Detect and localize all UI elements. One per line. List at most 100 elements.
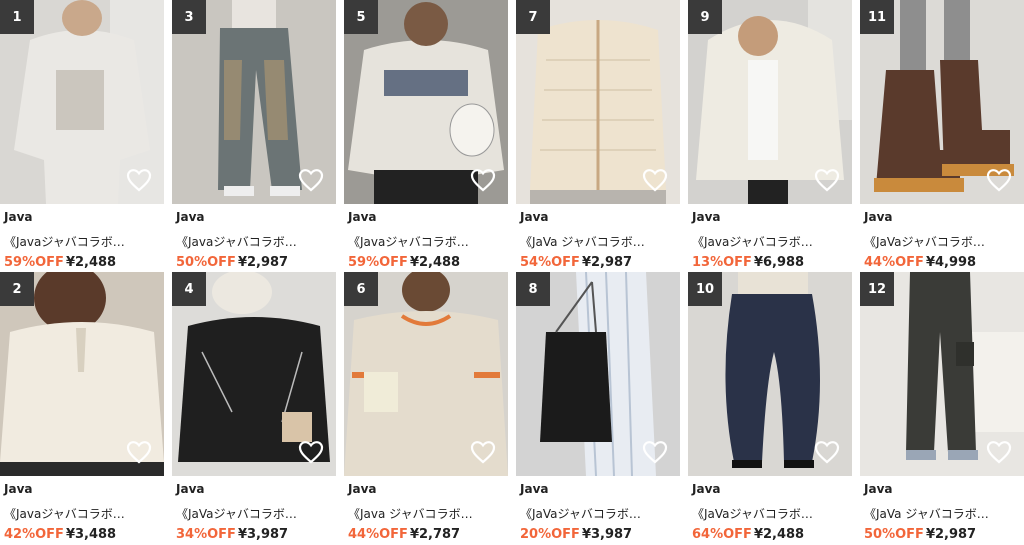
rank-badge: 6 [344,272,378,306]
discount-label: 54%OFF [520,255,580,270]
brand-name[interactable]: Java [176,482,204,496]
product-image[interactable]: 5 [344,0,508,204]
rank-badge: 9 [688,0,722,34]
heart-icon[interactable] [642,168,668,192]
discount-label: 13%OFF [692,255,752,270]
product-ranking-grid: 1 Java 《Javaジャバコラボ… 59%OFF ¥2,488 3 Java … [0,0,1024,545]
brand-name[interactable]: Java [520,210,548,224]
price-value: ¥2,488 [753,527,805,542]
price-value: ¥2,488 [65,255,117,270]
heart-icon[interactable] [298,168,324,192]
heart-icon[interactable] [126,168,152,192]
brand-name[interactable]: Java [520,482,548,496]
product-image[interactable]: 6 [344,272,508,476]
product-name[interactable]: 《JaVaジャバコラボ… [176,505,332,522]
discount-label: 42%OFF [4,527,64,542]
rank-badge: 11 [860,0,894,34]
product-name[interactable]: 《JaVaジャバコラボ… [520,505,676,522]
price-row: 42%OFF ¥3,488 [4,527,116,542]
product-card[interactable]: 8 Java 《JaVaジャバコラボ… 20%OFF ¥3,987 [516,272,680,544]
price-row: 59%OFF ¥2,488 [4,255,116,270]
brand-name[interactable]: Java [176,210,204,224]
price-row: 44%OFF ¥2,787 [348,527,460,542]
product-card[interactable]: 1 Java 《Javaジャバコラボ… 59%OFF ¥2,488 [0,0,164,272]
product-name[interactable]: 《Javaジャバコラボ… [692,233,848,250]
product-image[interactable]: 2 [0,272,164,476]
product-name[interactable]: 《JaVaジャバコラボ… [864,233,1020,250]
product-card[interactable]: 10 Java 《JaVaジャバコラボ… 64%OFF ¥2,488 [688,272,852,544]
product-image[interactable]: 4 [172,272,336,476]
product-card[interactable]: 12 Java 《JaVa ジャバコラボ… 50%OFF ¥2,987 [860,272,1024,544]
price-value: ¥2,488 [409,255,461,270]
discount-label: 50%OFF [864,527,924,542]
product-card[interactable]: 7 Java 《JaVa ジャバコラボ… 54%OFF ¥2,987 [516,0,680,272]
heart-icon[interactable] [814,440,840,464]
discount-label: 64%OFF [692,527,752,542]
product-image[interactable]: 1 [0,0,164,204]
price-value: ¥2,787 [409,527,461,542]
price-row: 50%OFF ¥2,987 [864,527,976,542]
discount-label: 59%OFF [348,255,408,270]
price-value: ¥3,987 [237,527,289,542]
brand-name[interactable]: Java [348,482,376,496]
brand-name[interactable]: Java [348,210,376,224]
product-image[interactable]: 12 [860,272,1024,476]
discount-label: 59%OFF [4,255,64,270]
heart-icon[interactable] [298,440,324,464]
product-image[interactable]: 7 [516,0,680,204]
product-name[interactable]: 《JaVaジャバコラボ… [692,505,848,522]
heart-icon[interactable] [814,168,840,192]
product-image[interactable]: 10 [688,272,852,476]
price-row: 54%OFF ¥2,987 [520,255,632,270]
heart-icon[interactable] [470,168,496,192]
product-card[interactable]: 3 Java 《Javaジャバコラボ… 50%OFF ¥2,987 [172,0,336,272]
price-value: ¥4,998 [925,255,977,270]
product-card[interactable]: 6 Java 《Java ジャバコラボ… 44%OFF ¥2,787 [344,272,508,544]
brand-name[interactable]: Java [692,210,720,224]
rank-badge: 3 [172,0,206,34]
price-value: ¥6,988 [753,255,805,270]
discount-label: 44%OFF [348,527,408,542]
rank-badge: 2 [0,272,34,306]
rank-badge: 8 [516,272,550,306]
price-row: 20%OFF ¥3,987 [520,527,632,542]
price-value: ¥3,987 [581,527,633,542]
product-card[interactable]: 11 Java 《JaVaジャバコラボ… 44%OFF ¥4,998 [860,0,1024,272]
heart-icon[interactable] [986,440,1012,464]
price-row: 44%OFF ¥4,998 [864,255,976,270]
heart-icon[interactable] [642,440,668,464]
brand-name[interactable]: Java [864,482,892,496]
brand-name[interactable]: Java [4,482,32,496]
price-value: ¥2,987 [237,255,289,270]
price-row: 34%OFF ¥3,987 [176,527,288,542]
rank-badge: 5 [344,0,378,34]
rank-badge: 4 [172,272,206,306]
product-image[interactable]: 9 [688,0,852,204]
product-card[interactable]: 2 Java 《Javaジャバコラボ… 42%OFF ¥3,488 [0,272,164,544]
product-name[interactable]: 《JaVa ジャバコラボ… [520,233,676,250]
rank-badge: 10 [688,272,722,306]
product-name[interactable]: 《Java ジャバコラボ… [348,505,504,522]
product-name[interactable]: 《Javaジャバコラボ… [4,233,160,250]
heart-icon[interactable] [986,168,1012,192]
product-image[interactable]: 11 [860,0,1024,204]
product-name[interactable]: 《Javaジャバコラボ… [348,233,504,250]
heart-icon[interactable] [126,440,152,464]
brand-name[interactable]: Java [692,482,720,496]
product-card[interactable]: 9 Java 《Javaジャバコラボ… 13%OFF ¥6,988 [688,0,852,272]
rank-badge: 12 [860,272,894,306]
price-row: 64%OFF ¥2,488 [692,527,804,542]
product-image[interactable]: 8 [516,272,680,476]
discount-label: 34%OFF [176,527,236,542]
price-value: ¥3,488 [65,527,117,542]
product-card[interactable]: 5 Java 《Javaジャバコラボ… 59%OFF ¥2,488 [344,0,508,272]
product-name[interactable]: 《Javaジャバコラボ… [4,505,160,522]
brand-name[interactable]: Java [4,210,32,224]
product-name[interactable]: 《Javaジャバコラボ… [176,233,332,250]
heart-icon[interactable] [470,440,496,464]
product-image[interactable]: 3 [172,0,336,204]
price-row: 13%OFF ¥6,988 [692,255,804,270]
product-name[interactable]: 《JaVa ジャバコラボ… [864,505,1020,522]
product-card[interactable]: 4 Java 《JaVaジャバコラボ… 34%OFF ¥3,987 [172,272,336,544]
brand-name[interactable]: Java [864,210,892,224]
